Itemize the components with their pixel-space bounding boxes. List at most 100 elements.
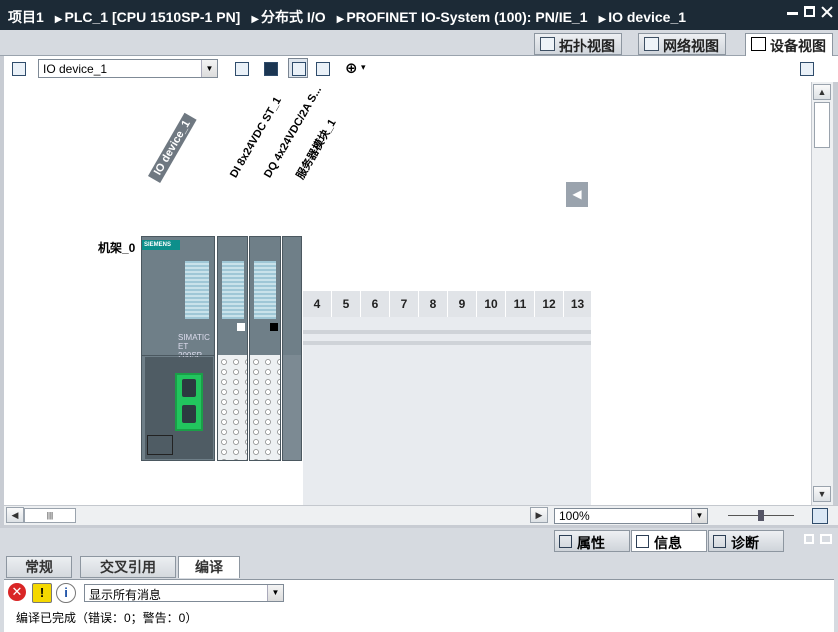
slot-number-6[interactable]: 6 [361,291,390,317]
color-code-label [237,323,245,331]
slot-number-8[interactable]: 8 [419,291,448,317]
table-view-button[interactable] [312,58,332,78]
subtab-compile[interactable]: 编译 [178,556,240,578]
panel-float-icon[interactable] [804,534,814,544]
device-view-toolbar: IO device_1 ▼ ⊕ ▾ [4,56,838,82]
hscroll-thumb[interactable]: ||| [24,508,76,523]
device-selector-value: IO device_1 [43,62,108,76]
head-module-et200sp[interactable]: SIEMENS SIMATIC ET 200SP [141,236,215,461]
port-section [145,357,213,459]
overview-navigation-icon[interactable] [812,508,828,524]
rj45-ports [175,373,203,431]
breadcrumb-item-device[interactable]: IO device_1 [608,9,686,25]
topology-icon [540,37,555,51]
scroll-up-button[interactable]: ▲ [813,84,831,100]
terminal-strip [222,261,244,319]
restore-button[interactable] [804,6,815,17]
panel-toggle-button[interactable] [796,58,816,78]
breadcrumb: 项目1 ▶ PLC_1 [CPU 1510SP-1 PN] ▶ 分布式 I/O ▶ PROF… [8,7,688,27]
message-filter-select[interactable]: 显示所有消息 ▼ [84,584,284,602]
subtab-general[interactable]: 常规 [6,556,72,578]
terminal-strip [254,261,276,319]
breadcrumb-item-plc[interactable]: PLC_1 [CPU 1510SP-1 PN] [65,9,241,25]
rack-scroll-left-button[interactable]: ◀ [566,182,588,207]
tab-device-view[interactable]: 设备视图 [745,33,833,56]
scroll-right-button[interactable]: ▶ [530,507,548,523]
chevron-down-icon[interactable]: ▼ [201,60,217,77]
show-module-labels-button[interactable] [231,58,251,78]
chevron-down-icon[interactable]: ▼ [691,509,707,523]
tab-device-label: 设备视图 [770,38,826,54]
server-module[interactable] [282,236,302,461]
empty-slot-area[interactable] [303,317,592,505]
push-in-terminals [218,355,247,460]
chevron-right-icon: ▶ [251,14,260,25]
name-assign-button[interactable] [260,58,280,78]
slot-number-9[interactable]: 9 [448,291,477,317]
chevron-down-icon[interactable]: ▼ [267,585,283,601]
vertical-scrollbar[interactable]: ▲ ▼ [811,82,833,505]
zoom-button[interactable]: ⊕ ▾ [342,58,370,78]
scroll-left-button[interactable]: ◀ [6,507,24,523]
horizontal-scrollbar[interactable]: ◀ ||| ▶ 100% ▼ [4,505,838,525]
zoom-slider-thumb[interactable] [758,510,764,521]
breadcrumb-item-distributed-io[interactable]: 分布式 I/O [261,9,326,25]
subtab-cross-references[interactable]: 交叉引用 [80,556,176,578]
table-icon [316,62,330,76]
power-connector [147,435,173,455]
siemens-logo: SIEMENS [142,240,180,250]
breadcrumb-item-io-system[interactable]: PROFINET IO-System (100): PN/IE_1 [346,9,587,25]
label-icon [235,62,249,76]
view-tab-bar: 拓扑视图 网络视图 设备视图 [0,30,838,56]
slot-number-13[interactable]: 13 [564,291,592,317]
slot-number-4[interactable]: 4 [303,291,332,317]
tab-network-view[interactable]: 网络视图 [638,33,726,55]
dq-module[interactable] [249,236,281,461]
device-view-canvas[interactable]: IO device_1 DI 8x24VDC ST_1 DQ 4x24VDC/2… [4,82,811,505]
message-filter-value: 显示所有消息 [89,588,162,602]
rail-stripe [303,330,591,334]
device-overview-button[interactable] [8,58,28,78]
slot-number-7[interactable]: 7 [390,291,419,317]
terminal-strip [185,261,209,319]
slot-number-11[interactable]: 11 [506,291,535,317]
tab-properties[interactable]: 属性 [554,530,630,552]
zoom-in-icon: ⊕ [345,60,358,77]
tab-info[interactable]: 信息 [631,530,707,552]
zoom-slider[interactable] [728,510,794,521]
label-io-device[interactable]: IO device_1 [148,112,197,183]
module-divider [142,355,214,356]
info-filter-icon[interactable]: i [56,583,76,603]
simatic-label: SIMATIC [178,333,210,342]
minimize-button[interactable] [787,6,798,15]
scroll-down-button[interactable]: ▼ [813,486,831,502]
scroll-thumb[interactable] [814,102,830,148]
chevron-right-icon: ▶ [336,14,345,25]
device-icon [751,37,766,51]
device-selector[interactable]: IO device_1 ▼ [38,59,218,78]
tab-properties-label: 属性 [577,535,605,551]
zoom-level-select[interactable]: 100% ▼ [554,508,708,524]
draw-mode-button[interactable] [288,58,308,78]
ethernet-port-icon [182,405,196,423]
tab-network-label: 网络视图 [663,38,719,54]
warning-filter-icon[interactable]: ! [32,583,52,603]
tab-topology-label: 拓扑视图 [559,38,615,54]
tab-diagnostics[interactable]: 诊断 [708,530,784,552]
di-module[interactable] [217,236,248,461]
server-module-base [283,355,301,460]
slot-number-10[interactable]: 10 [477,291,506,317]
pencil-icon [292,62,306,76]
chevron-right-icon: ▶ [54,14,63,25]
slot-number-12[interactable]: 12 [535,291,564,317]
tab-topology-view[interactable]: 拓扑视图 [534,33,622,55]
push-in-terminals [250,355,280,460]
panel-maximize-icon[interactable] [820,534,832,544]
slot-number-5[interactable]: 5 [332,291,361,317]
close-button[interactable] [821,6,832,17]
name-icon [264,62,278,76]
chevron-right-icon: ▶ [598,14,607,25]
breadcrumb-item-project[interactable]: 项目1 [8,9,44,25]
ethernet-port-icon [182,379,196,397]
error-filter-icon[interactable]: ✕ [8,583,26,601]
